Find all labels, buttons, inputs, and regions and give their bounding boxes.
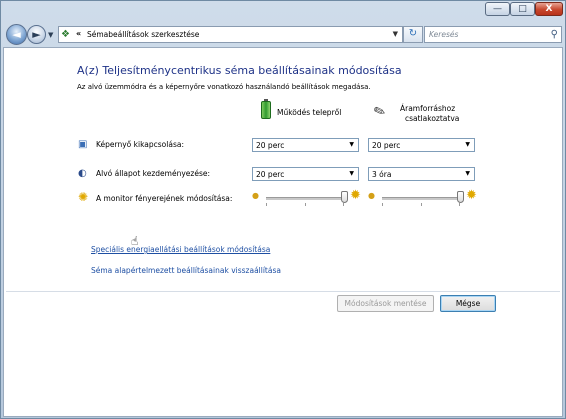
moon-icon: ◐ (78, 168, 87, 179)
window: — □ X ◄ ► ▼ ❖ « Sémabeállítások szerkesz… (0, 0, 566, 419)
slider-track (266, 197, 344, 200)
address-bar[interactable]: ❖ « Sémabeállítások szerkesztése ▼ (58, 26, 403, 43)
power-plug-icon: ✎ (371, 102, 389, 122)
bright-sun-icon: ✹ (466, 188, 477, 203)
refresh-button[interactable]: ↻ (403, 26, 423, 43)
display-off-plugged-value: 20 perc (372, 141, 401, 150)
display-off-battery-value: 20 perc (256, 141, 285, 150)
page-subtitle: Az alvó üzemmódra és a képernyőre vonatk… (77, 83, 371, 91)
save-changes-button[interactable]: Módosítások mentése (337, 295, 434, 312)
minimize-icon: — (493, 4, 502, 14)
close-icon: X (545, 4, 553, 14)
maximize-icon: □ (518, 4, 527, 14)
title-bar: — □ X (1, 1, 565, 21)
address-dropdown-icon[interactable]: ▼ (393, 30, 398, 38)
search-input[interactable]: Keresés (429, 30, 458, 39)
slider-thumb[interactable] (340, 191, 348, 203)
slider-tick (343, 203, 344, 206)
chevron-down-icon: ▼ (349, 141, 354, 148)
brightness-plugged-slider[interactable]: ● ✹ (368, 188, 488, 209)
column-plugged-line2: csatlakoztatva (405, 114, 460, 123)
cancel-button[interactable]: Mégse (440, 295, 496, 312)
battery-icon (261, 99, 271, 119)
restore-defaults-link[interactable]: Séma alapértelmezett beállításainak viss… (91, 266, 281, 275)
column-battery: Működés telepről (277, 108, 342, 117)
slider-thumb[interactable] (456, 191, 464, 203)
control-panel-icon: ❖ (61, 29, 70, 40)
slider-tick (421, 203, 422, 206)
chevron-down-icon: ▼ (465, 170, 470, 177)
navigation-bar: ◄ ► ▼ ❖ « Sémabeállítások szerkesztése ▼… (1, 21, 565, 47)
breadcrumb-overflow[interactable]: « (76, 29, 81, 38)
page-title: A(z) Teljesítménycentrikus séma beállítá… (77, 64, 402, 77)
bright-sun-icon: ✹ (350, 188, 361, 203)
column-plugged-line1: Áramforráshoz (400, 104, 456, 113)
brightness-battery-slider[interactable]: ● ✹ (252, 188, 372, 209)
hand-cursor-icon: ☝ (131, 234, 139, 248)
display-off-battery-select[interactable]: 20 perc ▼ (252, 138, 359, 152)
search-icon[interactable]: ⚲ (551, 28, 558, 41)
slider-tick (459, 203, 460, 206)
forward-button[interactable]: ► (27, 25, 46, 44)
divider (6, 291, 560, 292)
maximize-button[interactable]: □ (510, 2, 535, 16)
back-button[interactable]: ◄ (6, 24, 27, 45)
brightness-label: A monitor fényerejének módosítása: (96, 194, 233, 203)
close-button[interactable]: X (535, 2, 563, 16)
monitor-icon: ▣ (78, 139, 88, 150)
sleep-plugged-select[interactable]: 3 óra ▼ (368, 167, 475, 181)
chevron-down-icon: ▼ (465, 141, 470, 148)
display-off-plugged-select[interactable]: 20 perc ▼ (368, 138, 475, 152)
brightness-icon: ✺ (78, 190, 89, 204)
slider-track (382, 197, 460, 200)
display-off-label: Képernyő kikapcsolása: (96, 140, 184, 149)
sleep-battery-value: 20 perc (256, 170, 285, 179)
advanced-settings-link[interactable]: Speciális energiaellátási beállítások mó… (91, 245, 270, 254)
recent-pages-dropdown[interactable]: ▼ (48, 31, 53, 39)
slider-tick (305, 203, 306, 206)
chevron-down-icon: ▼ (349, 170, 354, 177)
dim-sun-icon: ● (252, 191, 259, 200)
sleep-label: Alvó állapot kezdeményezése: (96, 169, 210, 178)
minimize-button[interactable]: — (485, 2, 510, 16)
dim-sun-icon: ● (368, 191, 375, 200)
breadcrumb-current[interactable]: Sémabeállítások szerkesztése (87, 30, 199, 39)
search-box[interactable]: Keresés ⚲ (424, 26, 562, 43)
sleep-plugged-value: 3 óra (372, 170, 392, 179)
slider-tick (266, 203, 267, 206)
sleep-battery-select[interactable]: 20 perc ▼ (252, 167, 359, 181)
content-pane: A(z) Teljesítménycentrikus séma beállítá… (3, 47, 563, 417)
slider-tick (382, 203, 383, 206)
